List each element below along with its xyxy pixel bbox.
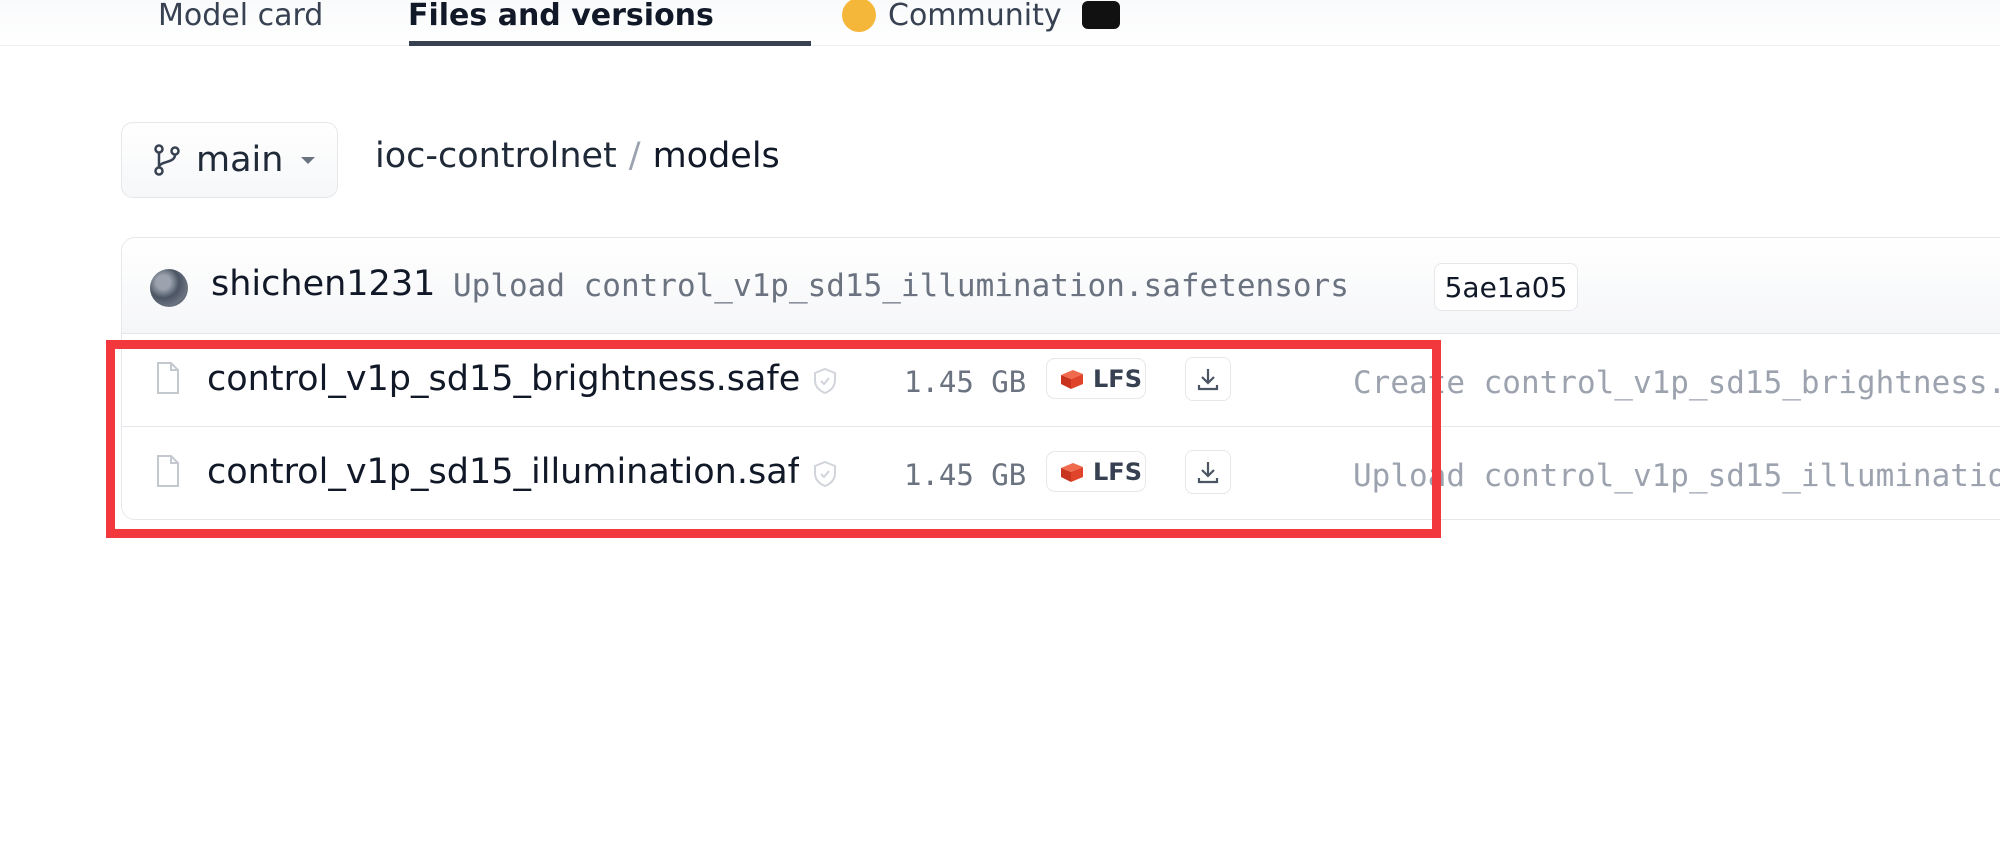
breadcrumb-repo-link[interactable]: ioc-controlnet — [375, 136, 617, 176]
breadcrumb: ioc-controlnet / models — [375, 136, 780, 176]
tab-files-and-versions[interactable]: Files and versions — [408, 0, 714, 46]
branch-name: main — [196, 140, 284, 180]
download-icon — [1197, 462, 1219, 484]
file-row: control_v1p_sd15_brightness.safet… 1.45 … — [122, 334, 2000, 427]
file-commit-message-link[interactable]: Create control_v1p_sd15_brightness.safet… — [1353, 365, 2000, 401]
file-commit-message-link[interactable]: Upload control_v1p_sd15_illumination.saf… — [1353, 458, 2000, 494]
security-check-icon[interactable] — [813, 367, 837, 395]
lfs-badge[interactable]: LFS — [1046, 451, 1146, 492]
download-button[interactable] — [1185, 450, 1231, 494]
last-commit-row: shichen1231 Upload control_v1p_sd15_illu… — [122, 238, 2000, 334]
file-row: control_v1p_sd15_illumination.saf… 1.45 … — [122, 427, 2000, 519]
lfs-badge-label: LFS — [1093, 457, 1142, 486]
commit-hash-link[interactable]: 5ae1a05 — [1434, 263, 1578, 311]
commit-author-link[interactable]: shichen1231 — [211, 264, 435, 304]
file-icon — [157, 455, 179, 487]
community-count-badge — [1081, 1, 1120, 29]
file-icon — [157, 362, 179, 394]
breadcrumb-current-folder: models — [652, 136, 780, 176]
community-emoji-icon — [842, 0, 876, 32]
file-size: 1.45 GB — [904, 365, 1027, 399]
download-button[interactable] — [1185, 357, 1231, 401]
chevron-down-icon — [301, 156, 316, 164]
repo-tab-bar: Model card Files and versions Community — [0, 0, 2000, 46]
lfs-badge-label: LFS — [1093, 364, 1142, 393]
lfs-logo-icon — [1061, 369, 1083, 389]
file-name-link[interactable]: control_v1p_sd15_illumination.saf… — [207, 452, 799, 492]
file-table: shichen1231 Upload control_v1p_sd15_illu… — [121, 237, 2000, 520]
git-branch-icon — [154, 144, 180, 176]
breadcrumb-separator: / — [628, 136, 641, 176]
tab-model-card[interactable]: Model card — [158, 0, 323, 46]
lfs-logo-icon — [1061, 462, 1083, 482]
branch-selector-button[interactable]: main — [121, 122, 338, 198]
model-card-tab-label: Model card — [158, 0, 324, 33]
file-size: 1.45 GB — [904, 458, 1027, 492]
tab-community[interactable]: Community — [842, 0, 1120, 46]
avatar[interactable] — [150, 269, 188, 307]
commit-message-link[interactable]: Upload control_v1p_sd15_illumination.saf… — [453, 268, 1349, 304]
lfs-badge[interactable]: LFS — [1046, 358, 1146, 399]
files-tab-label: Files and versions — [408, 0, 714, 33]
active-tab-underline — [409, 41, 811, 46]
download-icon — [1197, 369, 1219, 391]
community-tab-label: Community — [888, 0, 1062, 33]
security-check-icon[interactable] — [813, 460, 837, 488]
file-name-link[interactable]: control_v1p_sd15_brightness.safet… — [207, 359, 799, 399]
